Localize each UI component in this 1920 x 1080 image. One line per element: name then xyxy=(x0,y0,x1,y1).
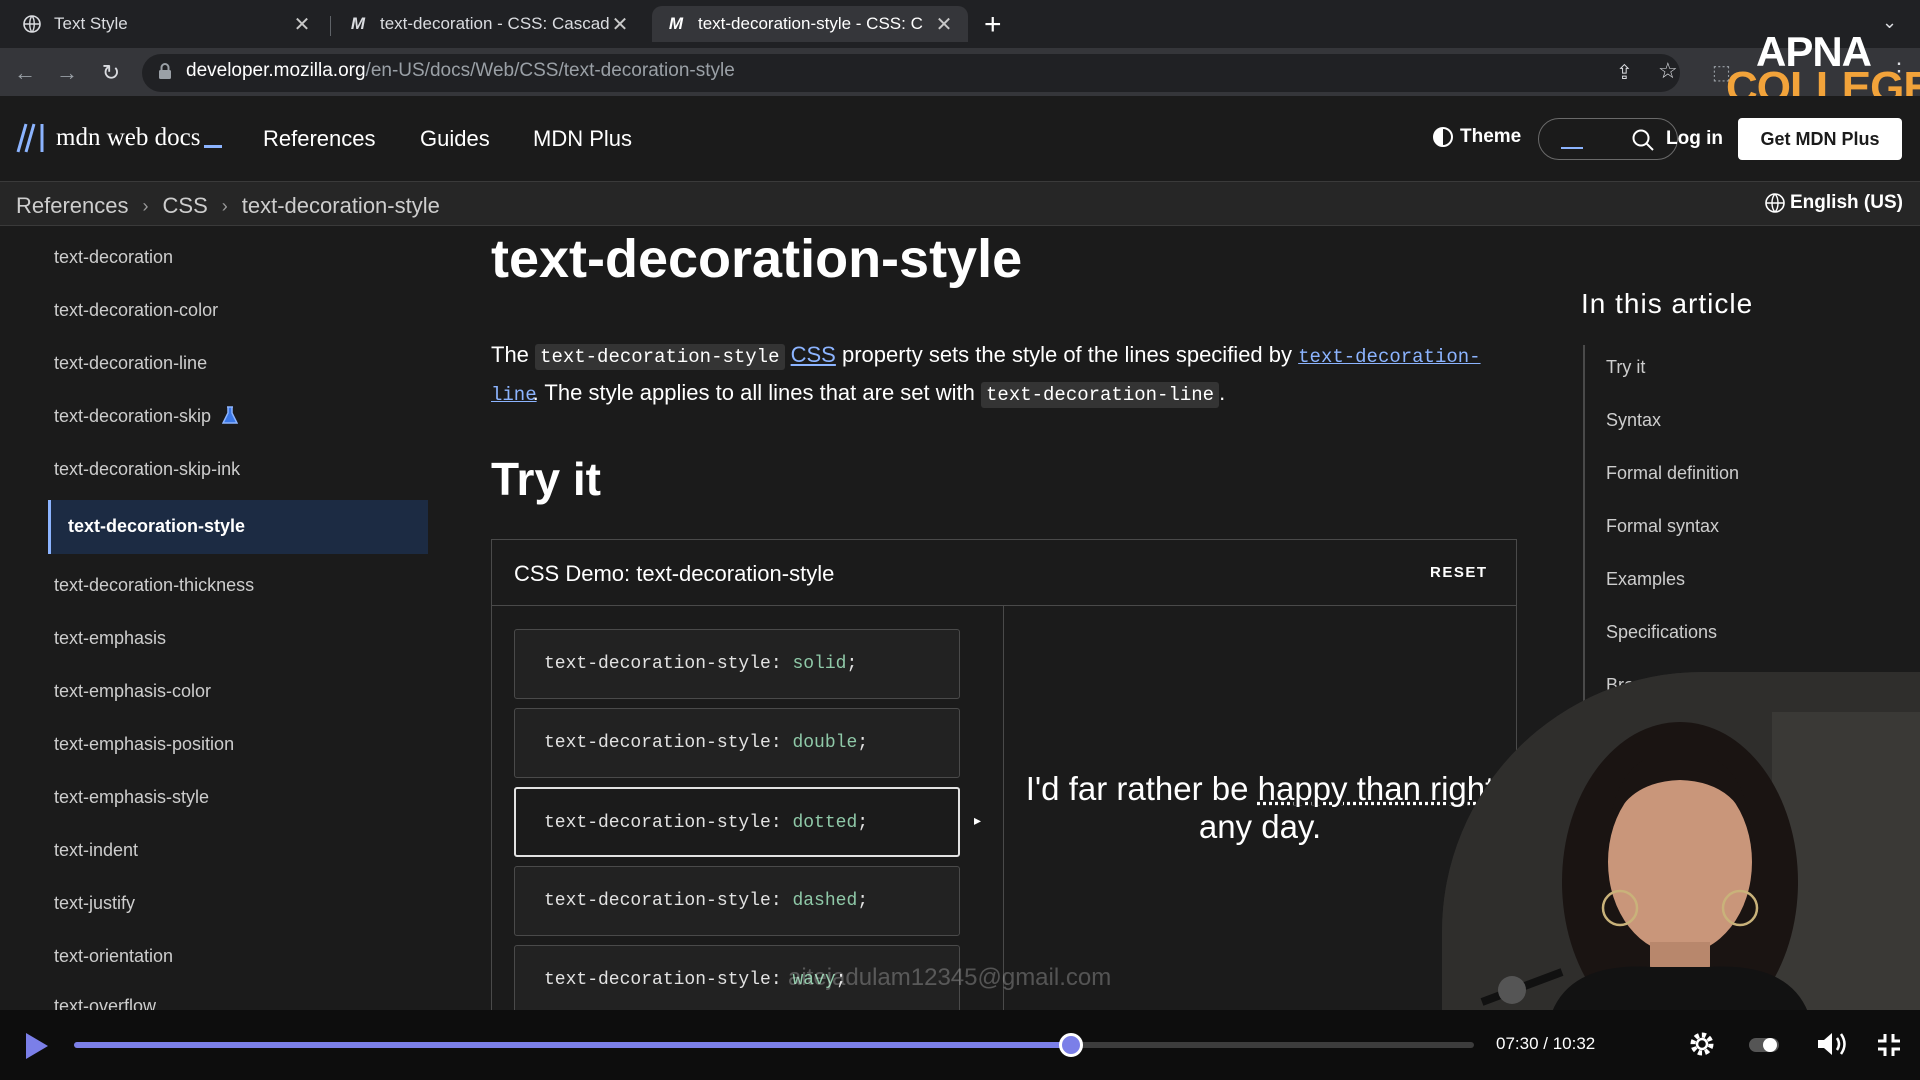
try-it-heading: Try it xyxy=(491,452,601,506)
nav-mdn-plus[interactable]: MDN Plus xyxy=(533,126,632,152)
output-underlined-text: happy than right xyxy=(1258,770,1495,807)
back-icon[interactable]: ← xyxy=(10,58,40,88)
breadcrumb-trail: References › CSS › text-decoration-style xyxy=(16,193,440,219)
choice-dotted[interactable]: text-decoration-style: dotted; xyxy=(514,787,960,857)
sidebar-item-text-decoration-style[interactable]: text-decoration-style xyxy=(68,516,245,537)
toc-item-syntax[interactable]: Syntax xyxy=(1606,410,1661,431)
toc-rule xyxy=(1583,345,1585,710)
sidebar-item-text-decoration-skip[interactable]: text-decoration-skip xyxy=(54,406,238,427)
close-tab-icon[interactable]: ✕ xyxy=(610,12,630,37)
sidebar-item-text-orientation[interactable]: text-orientation xyxy=(54,946,173,967)
close-tab-icon[interactable]: ✕ xyxy=(292,12,312,37)
demo-title: CSS Demo: text-decoration-style xyxy=(514,561,834,587)
demo-output: I'd far rather be happy than right any d… xyxy=(1010,770,1510,846)
selected-arrow-icon: ▸ xyxy=(974,812,981,829)
theme-half-circle-icon xyxy=(1432,126,1454,148)
sidebar-item-label: text-decoration-skip xyxy=(54,406,211,426)
language-switcher[interactable]: English (US) xyxy=(1764,192,1903,214)
sidebar-item-text-emphasis[interactable]: text-emphasis xyxy=(54,628,166,649)
demo-divider xyxy=(1003,606,1004,1020)
choice-dashed[interactable]: text-decoration-style: dashed; xyxy=(514,866,960,936)
sidebar-item-text-emphasis-style[interactable]: text-emphasis-style xyxy=(54,787,209,808)
progress-handle[interactable] xyxy=(1059,1033,1083,1057)
text-decoration-line-link[interactable]: line xyxy=(491,384,537,406)
breadcrumb-css[interactable]: CSS xyxy=(163,193,208,219)
breadcrumb-current[interactable]: text-decoration-style xyxy=(242,193,440,219)
intro-paragraph-line2: line. The style applies to all lines tha… xyxy=(491,380,1225,406)
bookmark-star-icon[interactable]: ☆ xyxy=(1658,58,1678,84)
text-decoration-line-link[interactable]: text-decoration- xyxy=(1298,346,1480,368)
toc-item-specifications[interactable]: Specifications xyxy=(1606,622,1717,643)
inline-code: text-decoration-style xyxy=(535,344,784,370)
progress-fill xyxy=(74,1042,1071,1048)
get-mdn-plus-button[interactable]: Get MDN Plus xyxy=(1738,118,1902,160)
tab-title: Text Style xyxy=(54,14,292,34)
logo-cursor xyxy=(204,145,222,148)
video-time: 07:30 / 10:32 xyxy=(1496,1034,1595,1054)
toc-heading: In this article xyxy=(1581,288,1753,320)
sidebar-item-text-decoration-thickness[interactable]: text-decoration-thickness xyxy=(54,575,254,596)
mdn-favicon-icon: M xyxy=(348,14,368,34)
mdn-logo-text: mdn web docs xyxy=(56,124,200,152)
chevron-right-icon: › xyxy=(143,196,149,217)
email-watermark: aitejadulam12345@gmail.com xyxy=(788,964,1111,992)
demo-header: CSS Demo: text-decoration-style RESET xyxy=(492,540,1516,606)
choice-double[interactable]: text-decoration-style: double; xyxy=(514,708,960,778)
breadcrumb-references[interactable]: References xyxy=(16,193,129,219)
sidebar-item-text-decoration-line[interactable]: text-decoration-line xyxy=(54,353,207,374)
reload-icon[interactable]: ↻ xyxy=(96,58,126,88)
nav-guides[interactable]: Guides xyxy=(420,126,490,152)
sidebar-item-text-emphasis-color[interactable]: text-emphasis-color xyxy=(54,681,211,702)
video-progress-bar[interactable] xyxy=(74,1042,1474,1048)
login-link[interactable]: Log in xyxy=(1666,128,1723,150)
lock-icon[interactable] xyxy=(158,62,172,85)
search-icon xyxy=(1631,128,1655,152)
speed-toggle-icon[interactable] xyxy=(1748,1036,1780,1059)
exit-fullscreen-icon[interactable] xyxy=(1876,1032,1902,1063)
new-tab-icon[interactable]: + xyxy=(984,8,1002,42)
sidebar-item-text-decoration-skip-ink[interactable]: text-decoration-skip-ink xyxy=(54,459,240,480)
toc-item-formal-definition[interactable]: Formal definition xyxy=(1606,463,1739,484)
globe-icon xyxy=(1764,192,1786,214)
share-icon[interactable]: ⇪ xyxy=(1616,60,1633,85)
tab-title: text-decoration-style - CSS: C xyxy=(698,14,934,34)
reset-button[interactable]: RESET xyxy=(1430,564,1488,581)
play-icon[interactable] xyxy=(20,1030,52,1067)
chevron-right-icon: › xyxy=(222,196,228,217)
sidebar-item-text-decoration[interactable]: text-decoration xyxy=(54,247,173,268)
intro-paragraph-line1: The text-decoration-style CSS property s… xyxy=(491,342,1481,368)
tab-search-chevron-icon[interactable]: ⌄ xyxy=(1882,12,1897,33)
search-input[interactable] xyxy=(1538,118,1678,160)
toc-item-formal-syntax[interactable]: Formal syntax xyxy=(1606,516,1719,537)
tab-text-decoration-style[interactable]: M text-decoration-style - CSS: C ✕ xyxy=(652,6,968,42)
page-title: text-decoration-style xyxy=(491,228,1022,290)
search-caret xyxy=(1561,147,1583,149)
url-text: developer.mozilla.org/en-US/docs/Web/CSS… xyxy=(186,60,735,82)
settings-gear-icon[interactable] xyxy=(1688,1030,1716,1063)
choice-solid[interactable]: text-decoration-style: solid; xyxy=(514,629,960,699)
tab-divider xyxy=(330,16,331,36)
mdn-favicon-icon: M xyxy=(666,14,686,34)
css-link[interactable]: CSS xyxy=(791,342,836,367)
close-tab-icon[interactable]: ✕ xyxy=(934,12,954,37)
nav-references[interactable]: References xyxy=(263,126,376,152)
toc-item-examples[interactable]: Examples xyxy=(1606,569,1685,590)
sidebar-item-text-decoration-color[interactable]: text-decoration-color xyxy=(54,300,218,321)
experimental-flask-icon xyxy=(222,406,238,424)
mdn-logo[interactable]: mdn web docs xyxy=(16,122,222,154)
sidebar-item-text-indent[interactable]: text-indent xyxy=(54,840,138,861)
tab-text-decoration[interactable]: M text-decoration - CSS: Cascad ✕ xyxy=(334,6,644,42)
inline-code: text-decoration-line xyxy=(981,382,1219,408)
tab-title: text-decoration - CSS: Cascad xyxy=(380,14,610,34)
sidebar-item-text-justify[interactable]: text-justify xyxy=(54,893,135,914)
forward-icon[interactable]: → xyxy=(52,58,82,88)
toc-item-try-it[interactable]: Try it xyxy=(1606,357,1645,378)
sidebar-item-text-emphasis-position[interactable]: text-emphasis-position xyxy=(54,734,234,755)
mdn-m-icon xyxy=(16,122,50,154)
globe-icon xyxy=(22,14,42,34)
volume-icon[interactable] xyxy=(1816,1030,1848,1063)
theme-button[interactable]: Theme xyxy=(1432,126,1521,148)
tab-text-style[interactable]: Text Style ✕ xyxy=(8,6,326,42)
